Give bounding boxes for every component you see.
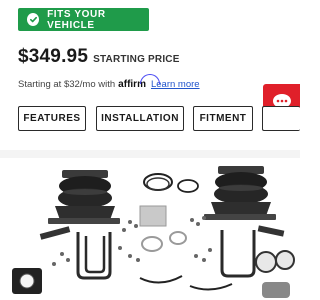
- financing-row: Starting at $32/mo with affirm Learn mor…: [18, 74, 200, 90]
- starting-price-label: STARTING PRICE: [93, 54, 180, 65]
- product-image: [12, 166, 295, 298]
- tab-more[interactable]: [262, 106, 300, 131]
- section-divider: [0, 150, 300, 158]
- right-air-spring: [204, 166, 276, 220]
- fits-your-vehicle-button[interactable]: FITS YOUR VEHICLE: [18, 8, 149, 31]
- financing-text: Starting at $32/mo with: [18, 79, 116, 90]
- tab-installation[interactable]: INSTALLATION: [96, 106, 184, 131]
- affirm-arc-icon: [140, 74, 161, 84]
- fits-your-vehicle-label: FITS YOUR VEHICLE: [47, 8, 106, 31]
- left-air-spring: [48, 170, 120, 224]
- affirm-logo: affirm: [118, 74, 161, 90]
- product-price: $349.95: [18, 46, 89, 67]
- tab-features[interactable]: FEATURES: [18, 106, 86, 131]
- u-bolts-left: [76, 232, 112, 280]
- u-bolts-right: [220, 230, 256, 278]
- tab-fitment[interactable]: FITMENT: [193, 106, 253, 131]
- check-circle-icon: [27, 13, 40, 26]
- price-block: $349.95 STARTING PRICE: [18, 46, 180, 68]
- product-tabs: FEATURES INSTALLATION FITMENT: [0, 106, 300, 132]
